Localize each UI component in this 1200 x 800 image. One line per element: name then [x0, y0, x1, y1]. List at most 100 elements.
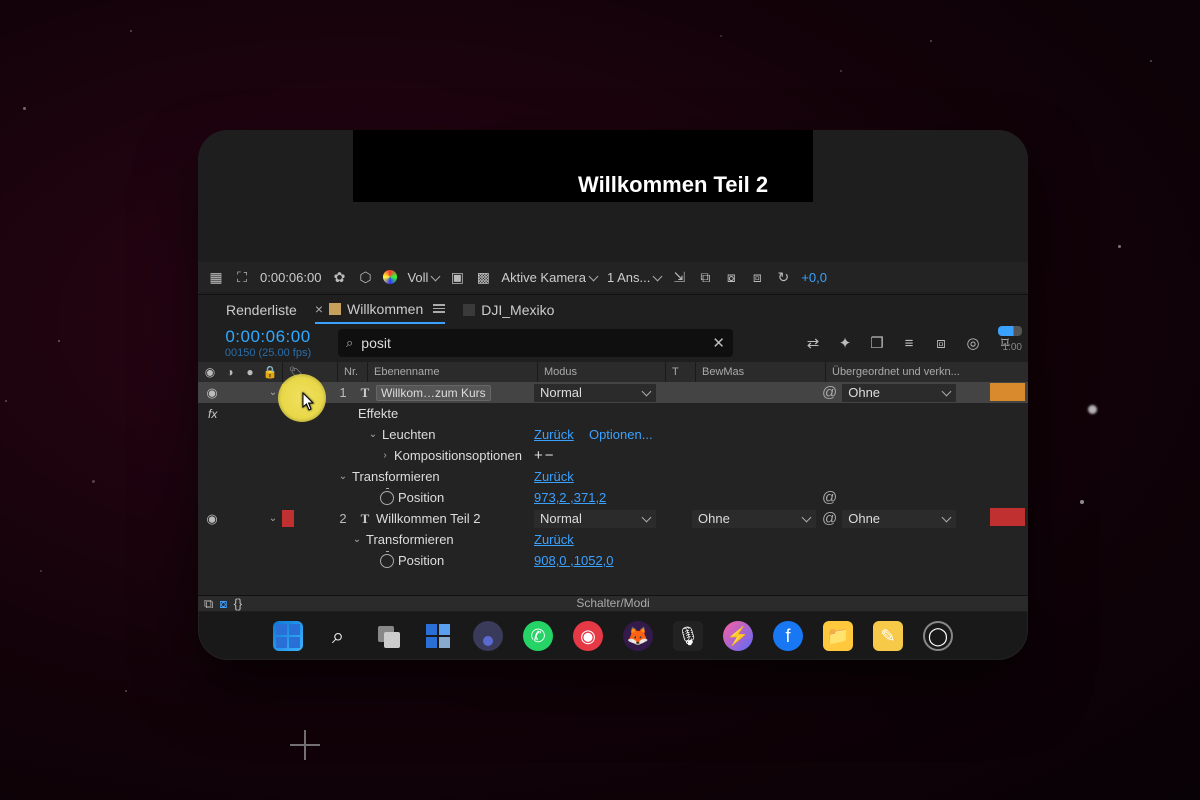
layer-row[interactable]: ◉ ⌄ 1 T Willkom…zum Kurs Normal @ — [198, 382, 1028, 403]
parent-dropdown[interactable]: Ohne — [842, 384, 956, 402]
switches-modes-bar[interactable]: ⧉ ⧇ {} Schalter/Modi — [198, 595, 1028, 611]
app-icon-yellow[interactable]: ✎ — [873, 621, 903, 651]
pickwhip-icon[interactable]: @ — [822, 384, 837, 401]
graph-editor-icon[interactable]: ◎ — [964, 334, 982, 352]
app-icon-camera[interactable] — [473, 621, 503, 651]
fx-badge: fx — [208, 407, 217, 421]
col-nr: Nr. — [337, 362, 367, 382]
panel-menu-icon[interactable] — [433, 304, 445, 313]
label-swatch[interactable] — [282, 510, 294, 527]
position-value[interactable]: 973,2 ,371,2 — [534, 490, 606, 505]
property-group[interactable]: fx Effekte — [198, 403, 1028, 424]
current-timecode[interactable]: 0:00:06:00 — [204, 327, 332, 347]
start-button[interactable] — [273, 621, 303, 651]
exposure-offset[interactable]: +0,0 — [801, 270, 827, 285]
timeline-header: 0:00:06:00 00150 (25.00 fps) ⌕ posit ✕ ⇄… — [198, 324, 1028, 362]
twirl-icon[interactable]: ⌄ — [338, 471, 348, 482]
transform-label: Transformieren — [366, 532, 454, 547]
twirl-icon[interactable]: ⌄ — [268, 513, 278, 524]
twirl-icon[interactable]: ⌄ — [268, 387, 278, 398]
views-dropdown[interactable]: 1 Ans... — [607, 270, 661, 285]
app-icon-messenger[interactable]: ⚡ — [723, 621, 753, 651]
work-area-indicator[interactable] — [998, 326, 1022, 336]
eye-column-icon[interactable]: ◉ — [202, 365, 218, 379]
flow-icon[interactable]: ⇄ — [804, 334, 822, 352]
reset-link[interactable]: Zurück — [534, 469, 574, 484]
toggle-switch-icon[interactable]: ⧉ — [204, 596, 213, 612]
viewer-timecode[interactable]: 0:00:06:00 — [260, 270, 321, 285]
solo-column-icon[interactable]: ● — [242, 365, 258, 379]
visibility-toggle[interactable]: ◉ — [204, 511, 220, 527]
options-link[interactable]: Optionen... — [589, 427, 653, 442]
tab-render-queue[interactable]: Renderliste — [226, 295, 297, 324]
safe-zones-icon[interactable]: ⛶ — [234, 269, 250, 285]
snapshot-icon[interactable]: ✿ — [331, 269, 347, 285]
app-icon-explorer[interactable]: 📁 — [823, 621, 853, 651]
twirl-icon[interactable]: › — [380, 450, 390, 461]
property-row[interactable]: Position 908,0 ,1052,0 — [198, 550, 1028, 571]
layer-name[interactable]: Willkommen Teil 2 — [376, 511, 481, 526]
rgb-icon[interactable] — [383, 270, 397, 284]
toggle-brackets-icon[interactable]: {} — [234, 596, 243, 612]
close-icon[interactable]: × — [315, 301, 323, 317]
add-remove-icon[interactable]: +− — [534, 447, 556, 464]
stopwatch-icon[interactable] — [380, 554, 394, 568]
tab-composition-active[interactable]: × Willkommen — [315, 295, 445, 324]
app-icon-mic[interactable]: 🎙 — [673, 621, 703, 651]
audio-column-icon[interactable]: ◑ — [222, 365, 238, 379]
layer2-track-bar[interactable] — [990, 508, 1025, 526]
fit-icon[interactable]: ⇲ — [671, 269, 687, 285]
grid-icon[interactable]: ▦ — [208, 269, 224, 285]
ruler-icon[interactable]: ⧉ — [697, 269, 713, 285]
app-icon-whatsapp[interactable]: ✆ — [523, 621, 553, 651]
app-icon-red[interactable]: ◉ — [573, 621, 603, 651]
pickwhip-icon[interactable]: @ — [822, 510, 837, 527]
layer-row[interactable]: ◉ ⌄ 2 T Willkommen Teil 2 Normal Ohne — [198, 508, 1028, 529]
blend-mode-dropdown[interactable]: Normal — [534, 510, 656, 528]
property-group[interactable]: ⌄ Leuchten Zurück Optionen... — [198, 424, 1028, 445]
tab-composition-other[interactable]: DJI_Mexiko — [463, 295, 554, 324]
graph-icon[interactable]: ⧈ — [749, 269, 765, 285]
twirl-icon[interactable]: ⌄ — [352, 534, 362, 545]
blend-mode-dropdown[interactable]: Normal — [534, 384, 656, 402]
clear-search-icon[interactable]: ✕ — [712, 334, 725, 352]
app-icon-obs[interactable]: ◯ — [923, 621, 953, 651]
cube-icon[interactable]: ❒ — [868, 334, 886, 352]
parent-dropdown[interactable]: Ohne — [842, 510, 956, 528]
app-icon-facebook[interactable]: f — [773, 621, 803, 651]
motion-blur-icon[interactable]: ⧈ — [932, 334, 950, 352]
property-group[interactable]: › Kompositionsoptionen +− — [198, 445, 1028, 466]
resolution-dropdown[interactable]: Voll — [407, 270, 439, 285]
stopwatch-icon[interactable] — [380, 491, 394, 505]
task-view[interactable] — [373, 621, 403, 651]
property-search[interactable]: ⌕ posit ✕ — [338, 329, 733, 357]
checkerboard-icon[interactable]: ▩ — [475, 269, 491, 285]
pickwhip-icon[interactable]: @ — [822, 489, 837, 506]
property-group[interactable]: ⌄ Transformieren Zurück — [198, 466, 1028, 487]
property-group[interactable]: ⌄ Transformieren Zurück — [198, 529, 1028, 550]
camera-dropdown[interactable]: Aktive Kamera — [501, 270, 597, 285]
visibility-toggle[interactable]: ◉ — [204, 385, 220, 401]
app-icon-firefox[interactable]: 🦊 — [623, 621, 653, 651]
refresh-icon[interactable]: ↻ — [775, 269, 791, 285]
toggle-switch-icon[interactable]: ⧇ — [219, 596, 227, 612]
frame-blend-icon[interactable]: ≡ — [900, 334, 918, 352]
layer-name[interactable]: Willkom…zum Kurs — [376, 385, 491, 401]
position-value[interactable]: 908,0 ,1052,0 — [534, 553, 614, 568]
transparency-icon[interactable]: ▣ — [449, 269, 465, 285]
twirl-icon[interactable]: ⌄ — [368, 429, 378, 440]
property-row[interactable]: Position 973,2 ,371,2 @ — [198, 487, 1028, 508]
label-column-icon[interactable]: 🏷 — [282, 362, 337, 382]
lock-column-icon[interactable]: 🔒 — [262, 365, 278, 379]
trackmatte-dropdown[interactable]: Ohne — [692, 510, 816, 528]
app-icon-tiles[interactable] — [423, 621, 453, 651]
taskbar-search[interactable]: ⌕ — [323, 621, 353, 651]
layer1-track-bar[interactable] — [990, 383, 1025, 401]
reset-link[interactable]: Zurück — [534, 532, 574, 547]
shy-icon[interactable]: ✦ — [836, 334, 854, 352]
reset-link[interactable]: Zurück — [534, 427, 574, 442]
channels-icon[interactable]: ⬡ — [357, 269, 373, 285]
search-input[interactable]: posit — [361, 335, 391, 351]
bars-icon[interactable]: ⧇ — [723, 269, 739, 285]
label-swatch[interactable] — [282, 384, 294, 401]
